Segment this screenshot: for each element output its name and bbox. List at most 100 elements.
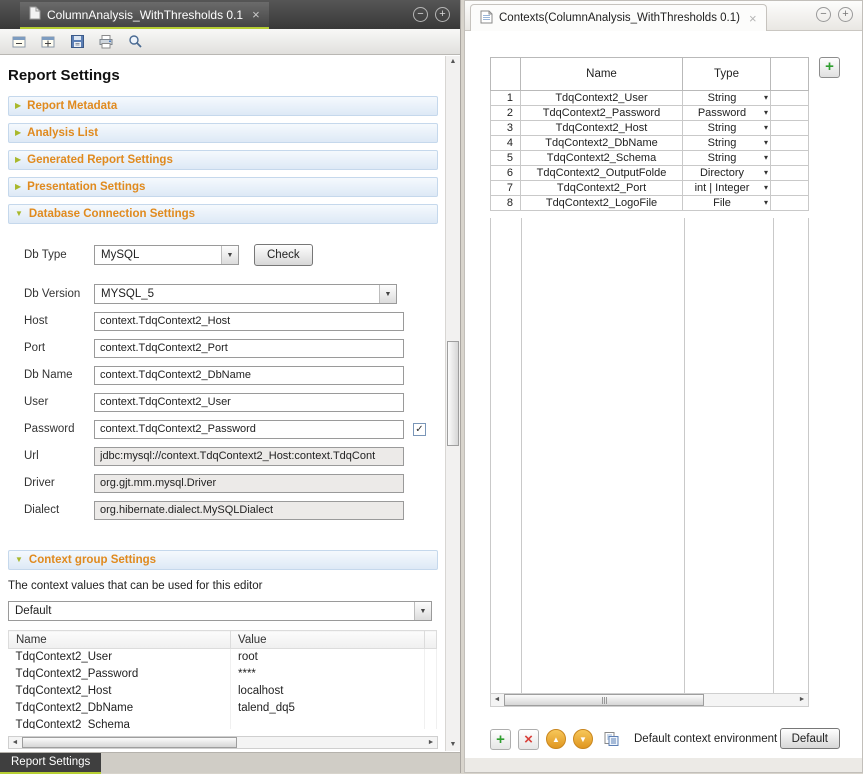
chevron-down-icon[interactable]: ▾: [764, 168, 768, 177]
context-environment-label: Default context environment: [634, 733, 777, 745]
user-input[interactable]: [94, 393, 404, 412]
context-name-cell[interactable]: TdqContext2_Password: [521, 106, 683, 121]
context-name-cell[interactable]: TdqContext2_OutputFolde: [521, 166, 683, 181]
context-name-cell[interactable]: TdqContext2_Host: [521, 121, 683, 136]
db-type-select[interactable]: MySQL ▼: [94, 245, 239, 265]
table-row: 5 TdqContext2_Schema String▾: [491, 151, 809, 166]
context-name-cell[interactable]: TdqContext2_Port: [521, 181, 683, 196]
vertical-scrollbar[interactable]: ▲ ▼: [445, 56, 460, 751]
password-input[interactable]: [94, 420, 404, 439]
port-input[interactable]: [94, 339, 404, 358]
save-icon[interactable]: [68, 33, 86, 51]
column-header-value[interactable]: Value: [231, 631, 425, 649]
print-icon[interactable]: [97, 33, 115, 51]
editor-bottom-tab-bar: Report Settings: [0, 752, 460, 773]
context-value-cell[interactable]: ****: [231, 666, 425, 683]
section-analysis-list[interactable]: ▶ Analysis List: [8, 123, 438, 143]
chevron-down-icon[interactable]: ▾: [764, 123, 768, 132]
context-name-cell[interactable]: TdqContext2_User: [521, 91, 683, 106]
scrollbar-thumb[interactable]: [22, 737, 237, 748]
check-connection-button[interactable]: Check: [254, 244, 313, 266]
add-context-button[interactable]: +: [819, 57, 840, 78]
chevron-down-icon[interactable]: ▾: [764, 198, 768, 207]
scrollbar-thumb[interactable]: [447, 341, 459, 446]
zoom-icon[interactable]: [126, 33, 144, 51]
chevron-down-icon[interactable]: ▾: [764, 183, 768, 192]
horizontal-scrollbar[interactable]: ◄ ►: [8, 736, 438, 749]
context-type-cell[interactable]: Directory▾: [683, 166, 771, 181]
close-icon[interactable]: ×: [749, 11, 757, 26]
move-down-button[interactable]: ▼: [573, 729, 593, 749]
minimize-icon[interactable]: −: [816, 7, 831, 22]
section-label: Report Metadata: [27, 100, 117, 112]
context-value-cell[interactable]: talend_dq5: [231, 700, 425, 717]
context-type-cell[interactable]: String ▾: [683, 151, 771, 166]
column-header-name[interactable]: Name: [521, 58, 683, 91]
chevron-down-icon[interactable]: ▼: [379, 285, 396, 303]
chevron-down-icon[interactable]: ▾: [764, 93, 768, 102]
column-header-name[interactable]: Name: [9, 631, 231, 649]
close-icon[interactable]: ×: [252, 7, 260, 22]
dialect-label: Dialect: [24, 504, 94, 516]
table-row: 2 TdqContext2_Password Password▾: [491, 106, 809, 121]
context-value-cell[interactable]: localhost: [231, 683, 425, 700]
section-presentation-settings[interactable]: ▶ Presentation Settings: [8, 177, 438, 197]
table-row: TdqContext2_Host localhost: [9, 683, 437, 700]
password-checkbox[interactable]: ✓: [413, 423, 426, 436]
context-environment-select[interactable]: Default ▼: [8, 601, 432, 621]
context-name-cell[interactable]: TdqContext2_DbName: [521, 136, 683, 151]
scroll-down-icon[interactable]: ▼: [446, 739, 460, 751]
context-value-cell[interactable]: root: [231, 649, 425, 666]
move-up-button[interactable]: ▲: [546, 729, 566, 749]
host-input[interactable]: [94, 312, 404, 331]
chevron-down-icon[interactable]: ▾: [764, 138, 768, 147]
add-variable-button[interactable]: +: [490, 729, 511, 750]
collapse-all-icon[interactable]: [10, 33, 28, 51]
tab-column-analysis-report[interactable]: ColumnAnalysis_WithThresholds 0.1 ×: [20, 2, 269, 29]
context-type-cell[interactable]: File▾: [683, 196, 771, 211]
scrollbar-thumb[interactable]: [504, 694, 704, 706]
port-row: Port: [24, 338, 444, 358]
url-input: [94, 447, 404, 466]
column-header-empty: [425, 631, 437, 649]
copy-contexts-icon[interactable]: [600, 729, 621, 750]
chevron-down-icon[interactable]: ▼: [414, 602, 431, 620]
horizontal-scrollbar[interactable]: ◄ ►: [490, 693, 809, 707]
type-value: String: [708, 152, 737, 164]
db-version-select[interactable]: MYSQL_5 ▼: [94, 284, 397, 304]
tab-report-settings[interactable]: Report Settings: [0, 753, 101, 774]
scroll-left-icon[interactable]: ◄: [9, 737, 21, 748]
table-row: 8 TdqContext2_LogoFile File▾: [491, 196, 809, 211]
chevron-down-icon[interactable]: ▾: [764, 153, 768, 162]
section-database-connection-settings[interactable]: ▼ Database Connection Settings: [8, 204, 438, 224]
context-type-cell[interactable]: Password▾: [683, 106, 771, 121]
remove-variable-button[interactable]: ×: [518, 729, 539, 750]
context-type-cell[interactable]: int | Integer▾: [683, 181, 771, 196]
maximize-icon[interactable]: +: [838, 7, 853, 22]
column-header-type[interactable]: Type: [683, 58, 771, 91]
tab-contexts[interactable]: Contexts(ColumnAnalysis_WithThresholds 0…: [470, 4, 767, 31]
scroll-right-icon[interactable]: ►: [425, 737, 437, 748]
context-type-cell[interactable]: String▾: [683, 136, 771, 151]
section-generated-report-settings[interactable]: ▶ Generated Report Settings: [8, 150, 438, 170]
section-context-group-settings[interactable]: ▼ Context group Settings: [8, 550, 438, 570]
scroll-up-icon[interactable]: ▲: [446, 56, 460, 68]
table-empty-area: [490, 218, 809, 693]
maximize-icon[interactable]: +: [435, 7, 450, 22]
expand-all-icon[interactable]: [39, 33, 57, 51]
context-name-cell[interactable]: TdqContext2_LogoFile: [521, 196, 683, 211]
section-label: Context group Settings: [29, 554, 156, 566]
db-name-input[interactable]: [94, 366, 404, 385]
table-row: 4 TdqContext2_DbName String▾: [491, 136, 809, 151]
scroll-left-icon[interactable]: ◄: [491, 694, 503, 705]
default-environment-button[interactable]: Default: [780, 728, 840, 749]
context-value-cell[interactable]: [231, 717, 425, 730]
context-type-cell[interactable]: String▾: [683, 91, 771, 106]
context-name-cell[interactable]: TdqContext2_Schema: [521, 151, 683, 166]
section-report-metadata[interactable]: ▶ Report Metadata: [8, 96, 438, 116]
chevron-down-icon[interactable]: ▾: [764, 108, 768, 117]
context-type-cell[interactable]: String▾: [683, 121, 771, 136]
minimize-icon[interactable]: −: [413, 7, 428, 22]
chevron-down-icon[interactable]: ▼: [221, 246, 238, 264]
scroll-right-icon[interactable]: ►: [796, 694, 808, 705]
